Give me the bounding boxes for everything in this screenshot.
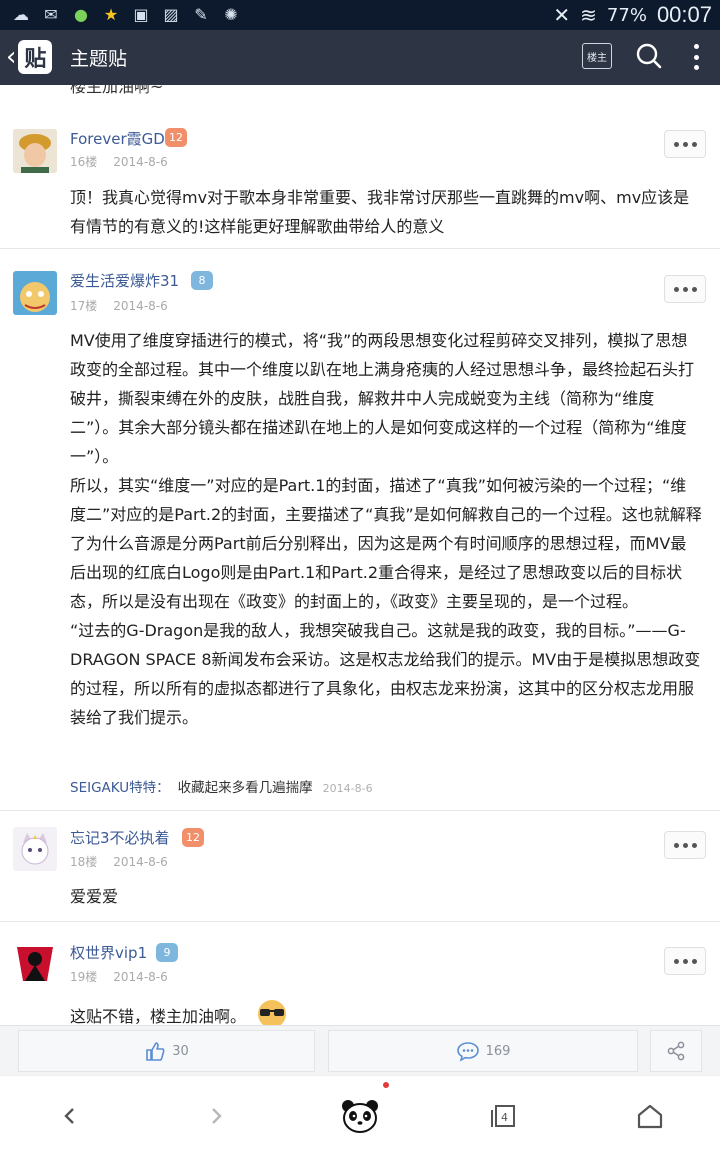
system-nav-bar: 4 xyxy=(0,1075,720,1152)
post-content: 这贴不错，楼主加油啊。 xyxy=(70,998,702,1025)
thumbs-up-icon xyxy=(146,1042,165,1061)
post-options-button[interactable] xyxy=(664,130,706,158)
chevron-left-icon xyxy=(64,1108,74,1124)
post-text: 这贴不错，楼主加油啊。 xyxy=(70,1007,247,1025)
chevron-left-icon: ‹ xyxy=(6,42,17,72)
tabs-icon: 4 xyxy=(491,1105,515,1127)
previous-post-text: 楼主加油啊~ xyxy=(70,85,164,96)
sub-reply[interactable]: SEIGAKU特特： 收藏起来多看几遍揣摩 2014-8-6 xyxy=(70,776,373,796)
level-badge: 8 xyxy=(191,271,213,290)
page-title: 主题贴 xyxy=(70,48,128,70)
username[interactable]: Forever霞GD xyxy=(70,128,165,149)
avatar-image xyxy=(13,271,57,315)
mute-icon: ✕ xyxy=(553,3,571,27)
reply-text: 收藏起来多看几遍揣摩 xyxy=(177,780,313,796)
notification-icons: ☁ ✉ ● ★ ▣ ▨ ✎ ✺ xyxy=(10,3,242,25)
username[interactable]: 忘记3不必执着 xyxy=(70,827,170,848)
system-indicators: ✕ ≋ 77% 00:07 xyxy=(553,2,712,28)
comment-count: 169 xyxy=(485,1043,511,1059)
battery-level: 77% xyxy=(606,4,647,26)
more-dot xyxy=(693,65,699,70)
svg-text:4: 4 xyxy=(501,1111,508,1124)
nav-home-button[interactable] xyxy=(630,1096,670,1136)
clock: 00:07 xyxy=(656,2,712,27)
floor-number: 16楼 xyxy=(70,155,98,169)
divider xyxy=(0,810,720,811)
globe-icon: ● xyxy=(74,4,88,24)
search-button[interactable] xyxy=(634,41,664,71)
avatar-image xyxy=(13,129,57,173)
search-icon xyxy=(636,43,662,69)
divider xyxy=(0,921,720,922)
app-header: ‹ 贴 主题贴 楼主 xyxy=(0,30,720,85)
avatar[interactable] xyxy=(13,827,57,871)
sunglasses-emoji-icon xyxy=(258,1000,287,1025)
nav-forward-button[interactable] xyxy=(196,1096,236,1136)
reply-date: 2014-8-6 xyxy=(322,782,373,795)
more-dot xyxy=(693,54,699,60)
level-badge: 12 xyxy=(182,828,204,847)
back-button[interactable]: ‹ 贴 xyxy=(6,39,58,75)
post-options-button[interactable] xyxy=(664,831,706,859)
post-content: 爱爱爱 xyxy=(70,887,119,906)
post-options-button[interactable] xyxy=(664,275,706,303)
floor-number: 17楼 xyxy=(70,299,98,313)
notification-dot xyxy=(383,1082,389,1088)
more-dot xyxy=(693,44,699,49)
wifi-icon: ≋ xyxy=(580,3,597,27)
sim-icon: ▣ xyxy=(133,4,149,24)
avatar[interactable] xyxy=(13,941,57,985)
only-op-button[interactable]: 楼主 xyxy=(582,43,612,69)
share-icon xyxy=(667,1041,685,1061)
username[interactable]: 权世界vip1 xyxy=(70,942,147,963)
post-options-button[interactable] xyxy=(664,947,706,975)
tieba-logo: 贴 xyxy=(18,40,53,74)
nav-tabs-button[interactable]: 4 xyxy=(484,1096,524,1136)
post-meta: 16楼 2014-8-6 xyxy=(70,153,168,170)
leaf-icon: ✎ xyxy=(194,4,208,24)
post-content: 顶！我真心觉得mv对于歌本身非常重要、我非常讨厌那些一直跳舞的mv啊、mv应该是… xyxy=(70,188,690,236)
avatar[interactable] xyxy=(13,129,57,173)
paragraph: MV使用了维度穿插进行的模式，将“我”的两段思想变化过程剪碎交叉排列，模拟了思想… xyxy=(70,331,695,466)
fire-icon: ✺ xyxy=(224,4,238,24)
post-action-bar: 30 169 xyxy=(0,1025,720,1075)
avatar-image xyxy=(13,827,57,871)
username[interactable]: 爱生活爱爆炸31 xyxy=(70,270,179,291)
like-button[interactable]: 30 xyxy=(18,1030,315,1072)
chevron-right-icon xyxy=(212,1108,222,1124)
panda-icon xyxy=(342,1100,378,1133)
more-menu-button[interactable] xyxy=(686,40,706,74)
divider xyxy=(0,248,720,249)
post-content: MV使用了维度穿插进行的模式，将“我”的两段思想变化过程剪碎交叉排列，模拟了思想… xyxy=(70,326,702,732)
star-icon: ★ xyxy=(103,4,119,24)
comment-button[interactable]: 169 xyxy=(328,1030,638,1072)
nav-back-button[interactable] xyxy=(50,1096,90,1136)
chat-icon: ✉ xyxy=(44,4,58,24)
weather-icon: ☁ xyxy=(13,4,29,24)
gallery-icon: ▨ xyxy=(163,4,179,24)
status-bar: ☁ ✉ ● ★ ▣ ▨ ✎ ✺ ✕ ≋ 77% 00:07 xyxy=(0,0,720,30)
post-meta: 18楼 2014-8-6 xyxy=(70,853,168,870)
post-date: 2014-8-6 xyxy=(113,970,168,984)
level-badge: 9 xyxy=(156,943,178,962)
paragraph: 所以，其实“维度一”对应的是Part.1的封面，描述了“真我”如何被污染的一个过… xyxy=(70,476,702,611)
post-feed[interactable]: 楼主加油啊~ Forever霞GD 12 16楼 2014-8-6 顶！我真心觉得… xyxy=(0,85,720,1025)
post-date: 2014-8-6 xyxy=(113,855,168,869)
avatar-image xyxy=(13,941,57,985)
share-button[interactable] xyxy=(650,1030,702,1072)
floor-number: 19楼 xyxy=(70,970,98,984)
post-date: 2014-8-6 xyxy=(113,155,168,169)
avatar[interactable] xyxy=(13,271,57,315)
comment-icon xyxy=(456,1042,479,1062)
paragraph: “过去的G-Dragon是我的敌人，我想突破我自己。这就是我的政变，我的目标。”… xyxy=(70,621,701,727)
floor-number: 18楼 xyxy=(70,855,98,869)
post-meta: 17楼 2014-8-6 xyxy=(70,297,168,314)
level-badge: 12 xyxy=(165,128,187,147)
post-meta: 19楼 2014-8-6 xyxy=(70,968,168,985)
reply-username[interactable]: SEIGAKU特特： xyxy=(70,780,170,796)
nav-home-tieba-button[interactable] xyxy=(336,1096,384,1136)
like-count: 30 xyxy=(172,1043,189,1059)
home-icon xyxy=(637,1104,663,1129)
post-date: 2014-8-6 xyxy=(113,299,168,313)
